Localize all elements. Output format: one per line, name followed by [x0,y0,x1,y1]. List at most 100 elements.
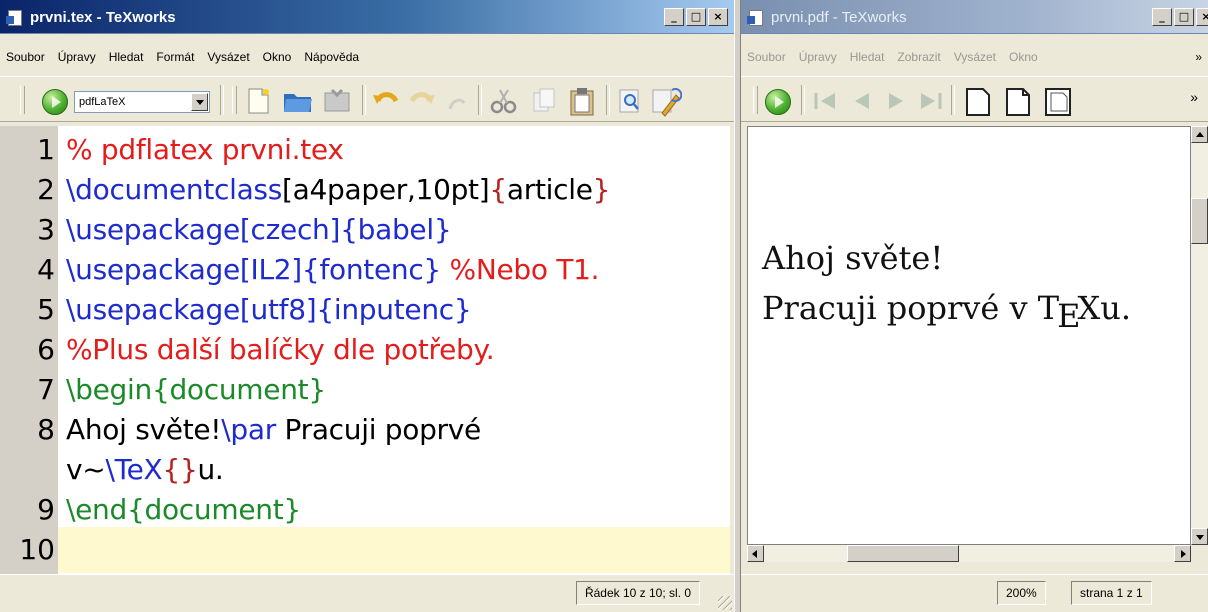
scroll-right-arrow-icon[interactable] [1174,545,1191,562]
toolbar-separator [951,85,955,115]
typeset-play-button[interactable] [765,89,791,115]
code-line-2[interactable]: \documentclass[a4paper,10pt]{article} [66,172,610,208]
texworks-app-icon [747,10,763,26]
code-line-7[interactable]: \begin{document} [66,372,326,408]
toolbar-grip[interactable] [753,86,758,114]
engine-select[interactable]: pdfLaTeX [74,91,210,113]
menu-hledat[interactable]: Hledat [850,50,885,64]
scroll-up-arrow-icon[interactable] [1191,126,1208,143]
line-number: 10 [19,533,55,566]
current-line-highlight [58,527,730,573]
argument-token: {document} [151,373,326,406]
menu-soubor[interactable]: Soubor [6,50,45,64]
menu-vysazet[interactable]: Vysázet [207,50,249,64]
horizontal-scroll-thumb[interactable] [847,545,959,562]
argument-token: [IL2]{fontenc} [239,253,441,286]
menu-okno[interactable]: Okno [1009,50,1038,64]
brace-token: { [489,173,507,206]
toolbar-separator [362,85,366,115]
vertical-scroll-thumb[interactable] [1191,198,1208,244]
menu-format[interactable]: Formát [156,50,194,64]
editor-window-title: prvni.tex - TeXworks [30,9,176,26]
code-line-6[interactable]: %Plus další balíčky dle potřeby. [66,332,495,368]
save-icon[interactable] [322,87,352,115]
paste-icon[interactable] [568,87,596,117]
new-file-icon[interactable] [244,87,272,115]
typeset-play-button[interactable] [42,89,68,115]
menu-soubor[interactable]: Soubor [747,50,786,64]
scroll-left-arrow-icon[interactable] [747,545,764,562]
pdf-horizontal-scrollbar[interactable] [747,545,1191,562]
chevron-down-icon[interactable] [191,93,208,111]
cut-icon[interactable] [488,87,520,115]
undo-icon[interactable] [372,87,400,115]
find-icon[interactable] [616,87,644,115]
resize-grip[interactable] [718,596,732,610]
close-button[interactable]: × [708,8,728,26]
redo-disabled-icon[interactable] [442,87,470,115]
text-token: Ahoj světe! [66,413,222,446]
code-line-4[interactable]: \usepackage[IL2]{fontenc} %Nebo T1. [66,252,600,288]
last-page-icon[interactable] [917,90,943,112]
pdf-text-span: Pracuji poprvé v T [762,289,1060,327]
zoom-level-status[interactable]: 200% [997,581,1046,605]
line-number: 3 [37,213,55,246]
command-token: \begin [66,373,152,406]
copy-icon[interactable] [530,87,558,115]
minimize-button[interactable]: _ [664,8,684,26]
line-number: 2 [37,173,55,206]
menu-upravy[interactable]: Úpravy [799,50,837,64]
redo-icon[interactable] [408,87,436,115]
code-line-9[interactable]: \end{document} [66,492,301,528]
previous-page-icon[interactable] [849,90,875,112]
pdf-window-title: prvni.pdf - TeXworks [771,9,907,26]
open-folder-icon[interactable] [282,87,314,115]
replace-icon[interactable] [650,87,682,117]
pdf-window: prvni.pdf - TeXworks _ □ × Soubor Úpravy… [741,0,1208,612]
next-page-icon[interactable] [883,90,909,112]
code-line-5[interactable]: \usepackage[utf8]{inputenc} [66,292,472,328]
editor-menubar: Soubor Úpravy Hledat Formát Vysázet Okno… [0,44,734,70]
command-token: \TeX [105,453,163,486]
code-line-8-wrap[interactable]: v~\TeX{}u. [66,452,224,488]
maximize-button[interactable]: □ [686,8,706,26]
actual-size-icon[interactable] [963,87,993,117]
close-button[interactable]: × [1196,8,1208,26]
scroll-down-arrow-icon[interactable] [1191,528,1208,545]
maximize-button[interactable]: □ [1174,8,1194,26]
code-line-3[interactable]: \usepackage[czech]{babel} [66,212,452,248]
code-line-1[interactable]: % pdflatex prvni.tex [66,132,344,168]
command-token: \end [66,493,127,526]
command-token: \documentclass [66,173,283,206]
first-page-icon[interactable] [813,90,839,112]
option-token: [a4paper,10pt] [282,173,490,206]
pdf-vertical-scrollbar[interactable] [1191,126,1208,545]
pdf-preview[interactable]: Ahoj světe! Pracuji poprvé v TEXu. [747,126,1191,545]
toolbar-grip[interactable] [232,86,237,114]
pdf-titlebar[interactable]: prvni.pdf - TeXworks _ □ × [741,0,1208,34]
menu-hledat[interactable]: Hledat [109,50,144,64]
menu-okno[interactable]: Okno [263,50,292,64]
argument-token: article [506,173,593,206]
menu-vysazet[interactable]: Vysázet [954,50,996,64]
menu-overflow[interactable]: » [1195,50,1202,64]
toolbar-separator [478,85,482,115]
fit-width-icon[interactable] [1003,87,1033,117]
window-divider [734,0,741,612]
fit-window-icon[interactable] [1043,87,1073,117]
pdf-tex-e: E [1057,297,1081,335]
pdf-statusbar: 200% strana 1 z 1 [741,574,1208,612]
code-line-8[interactable]: Ahoj světe!\par Pracuji poprvé [66,412,481,448]
code-editor[interactable]: % pdflatex prvni.tex \documentclass[a4pa… [58,126,730,574]
menu-zobrazit[interactable]: Zobrazit [897,50,940,64]
editor-titlebar[interactable]: prvni.tex - TeXworks _ □ × [0,0,734,34]
toolbar-overflow[interactable]: » [1190,89,1198,105]
minimize-button[interactable]: _ [1152,8,1172,26]
toolbar-grip[interactable] [20,86,25,114]
menu-napoveda[interactable]: Nápověda [304,50,359,64]
line-number: 1 [37,133,55,166]
line-number: 4 [37,253,55,286]
menu-upravy[interactable]: Úpravy [58,50,96,64]
command-token: \par [221,413,276,446]
line-number: 8 [37,413,55,446]
